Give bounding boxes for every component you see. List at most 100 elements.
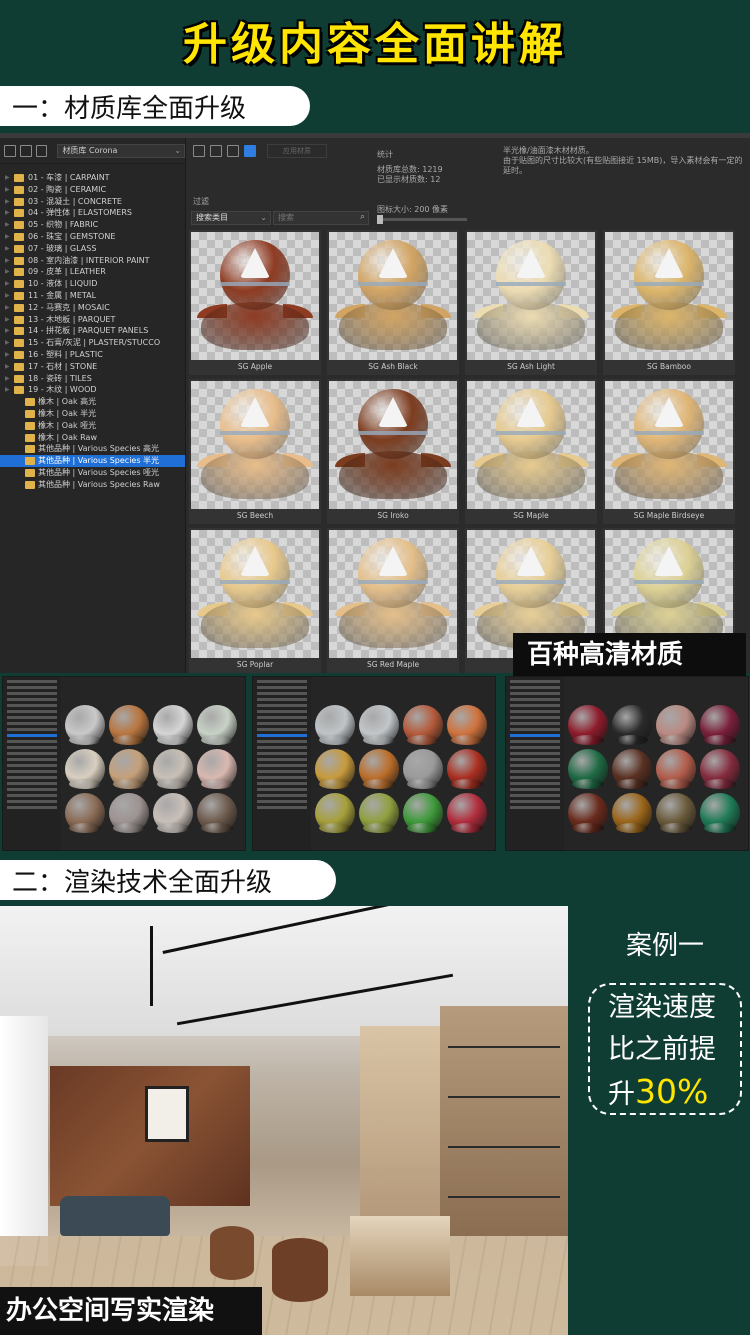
tree-item-label: 04 - 弹性体 | ELASTOMERS: [28, 208, 132, 218]
search-input[interactable]: 搜索 ⌕: [273, 211, 369, 225]
expand-arrow-icon[interactable]: ▶: [5, 278, 10, 290]
material-label: SG Maple Birdseye: [633, 511, 705, 520]
stats-total: 材质库总数: 1219: [377, 165, 443, 174]
tree-item-label: 13 - 木地板 | PARQUET: [28, 314, 116, 324]
mini-material-ball: [109, 749, 149, 789]
expand-arrow-icon[interactable]: ▶: [5, 266, 10, 278]
expand-arrow-icon[interactable]: ▶: [5, 349, 10, 361]
tree-item[interactable]: ▶ 06 - 珠宝 | GEMSTONE: [0, 231, 185, 243]
expand-arrow-icon[interactable]: ▶: [5, 325, 10, 337]
case-title: 案例一: [625, 931, 704, 961]
expand-arrow-icon[interactable]: ▶: [5, 172, 10, 184]
tree-item[interactable]: ▶ 08 - 室内油漆 | INTERIOR PAINT: [0, 255, 185, 267]
tree-subitem[interactable]: 橡木 | Oak Raw: [0, 432, 185, 444]
tree-item[interactable]: ▶ 10 - 液体 | LIQUID: [0, 278, 185, 290]
copy-icon[interactable]: [19, 144, 32, 157]
material-tile[interactable]: SG Red Maple: [327, 528, 459, 673]
stats-title: 统计: [377, 150, 393, 159]
material-label: SG Iroko: [377, 511, 409, 520]
expand-arrow-icon[interactable]: ▶: [5, 207, 10, 219]
expand-arrow-icon[interactable]: ▶: [5, 314, 10, 326]
tree-item[interactable]: ▶ 02 - 陶瓷 | CERAMIC: [0, 184, 185, 196]
material-tile[interactable]: SG Ash Light: [465, 230, 597, 375]
expand-arrow-icon[interactable]: ▶: [5, 361, 10, 373]
settings-icon[interactable]: [210, 145, 222, 157]
material-thumbnail: [329, 232, 457, 360]
expand-arrow-icon[interactable]: ▶: [5, 337, 10, 349]
material-tile[interactable]: SG Maple Birdseye: [603, 379, 735, 524]
expand-arrow-icon[interactable]: ▶: [5, 184, 10, 196]
expand-arrow-icon[interactable]: ▶: [5, 219, 10, 231]
tree-subitem[interactable]: 其他品种 | Various Species 高光: [0, 443, 185, 455]
tree-item[interactable]: ▶ 04 - 弹性体 | ELASTOMERS: [0, 207, 185, 219]
category-select[interactable]: 搜索类目 ⌄: [191, 211, 271, 225]
tree-item[interactable]: ▶ 03 - 混凝土 | CONCRETE: [0, 196, 185, 208]
icon-size-slider[interactable]: [377, 215, 467, 224]
mini-material-ball: [403, 705, 443, 745]
mini-material-ball: [359, 749, 399, 789]
mini-material-ball: [568, 749, 608, 789]
tree-subitem[interactable]: 其他品种 | Various Species 半光: [0, 455, 185, 467]
material-tile[interactable]: SG Maple: [465, 379, 597, 524]
folder-icon: [14, 268, 24, 277]
expand-arrow-icon[interactable]: ▶: [5, 290, 10, 302]
tree-item-label: 03 - 混凝土 | CONCRETE: [28, 196, 122, 206]
callout-line-2: 比之前提: [608, 1034, 716, 1065]
material-tile[interactable]: SG Apple: [189, 230, 321, 375]
material-tile[interactable]: SG Iroko: [327, 379, 459, 524]
refresh-icon[interactable]: [227, 145, 239, 157]
expand-arrow-icon[interactable]: ▶: [5, 302, 10, 314]
tree-item[interactable]: ▶ 16 - 塑料 | PLASTIC: [0, 349, 185, 361]
mini-material-ball: [65, 749, 105, 789]
chevron-down-icon: ⌄: [260, 213, 267, 222]
expand-arrow-icon[interactable]: ▶: [5, 255, 10, 267]
tree-item[interactable]: ▶ 01 - 车漆 | CARPAINT: [0, 172, 185, 184]
material-tile[interactable]: SG Beech: [189, 379, 321, 524]
expand-arrow-icon[interactable]: ▶: [5, 231, 10, 243]
tree-subitem[interactable]: 其他品种 | Various Species Raw: [0, 479, 185, 491]
tree-subitem[interactable]: 橡木 | Oak 高光: [0, 396, 185, 408]
material-tile[interactable]: SG Ash Black: [327, 230, 459, 375]
folder-icon: [14, 327, 24, 336]
tree-item[interactable]: ▶ 15 - 石膏/灰泥 | PLASTER/STUCCO: [0, 337, 185, 349]
expand-arrow-icon[interactable]: ▶: [5, 384, 10, 396]
tree-item[interactable]: ▶ 14 - 拼花板 | PARQUET PANELS: [0, 325, 185, 337]
library-select-value: 材质库 Corona: [62, 145, 118, 155]
tree-item[interactable]: ▶ 05 - 织物 | FABRIC: [0, 219, 185, 231]
tree-item[interactable]: ▶ 12 - 马赛克 | MOSAIC: [0, 302, 185, 314]
sidebar-toolbar: 材质库 Corona ⌄: [0, 138, 186, 164]
expand-arrow-icon[interactable]: ▶: [5, 196, 10, 208]
callout-line-3: 升30%: [608, 1071, 740, 1116]
sort-icon[interactable]: [35, 144, 48, 157]
tree-subitem[interactable]: 橡木 | Oak 半光: [0, 408, 185, 420]
section-heading-materials: 一：材质库全面升级: [0, 86, 310, 126]
mini-material-ball: [447, 705, 487, 745]
tree-item[interactable]: ▶ 18 - 瓷砖 | TILES: [0, 373, 185, 385]
render-icon[interactable]: [244, 145, 256, 157]
mini-material-ball: [197, 705, 237, 745]
new-folder-icon[interactable]: [4, 144, 16, 157]
material-tile[interactable]: SG Bamboo: [603, 230, 735, 375]
tree-item[interactable]: ▶ 09 - 皮革 | LEATHER: [0, 266, 185, 278]
folder-icon: [14, 244, 24, 253]
grid-view-icon[interactable]: [193, 145, 205, 157]
mini-material-ball: [403, 793, 443, 833]
expand-arrow-icon[interactable]: ▶: [5, 373, 10, 385]
apply-material-button[interactable]: 应用材质: [267, 144, 327, 158]
tree-item-label: 01 - 车漆 | CARPAINT: [28, 173, 110, 182]
tree-subitem[interactable]: 其他品种 | Various Species 哑光: [0, 467, 185, 479]
tree-item[interactable]: ▶ 17 - 石材 | STONE: [0, 361, 185, 373]
slider-knob[interactable]: [377, 215, 383, 224]
folder-icon: [14, 256, 24, 265]
tree-subitem[interactable]: 橡木 | Oak 哑光: [0, 420, 185, 432]
material-tile[interactable]: SG Poplar: [189, 528, 321, 673]
tree-item[interactable]: ▶ 07 - 玻璃 | GLASS: [0, 243, 185, 255]
material-thumbnail: [329, 381, 457, 509]
mini-material-ball: [197, 749, 237, 789]
library-select[interactable]: 材质库 Corona ⌄: [57, 143, 186, 158]
tree-item-label: 19 - 木纹 | WOOD: [28, 385, 97, 395]
tree-item[interactable]: ▶ 19 - 木纹 | WOOD: [0, 384, 185, 396]
expand-arrow-icon[interactable]: ▶: [5, 243, 10, 255]
tree-item[interactable]: ▶ 13 - 木地板 | PARQUET: [0, 314, 185, 326]
tree-item[interactable]: ▶ 11 - 金属 | METAL: [0, 290, 185, 302]
